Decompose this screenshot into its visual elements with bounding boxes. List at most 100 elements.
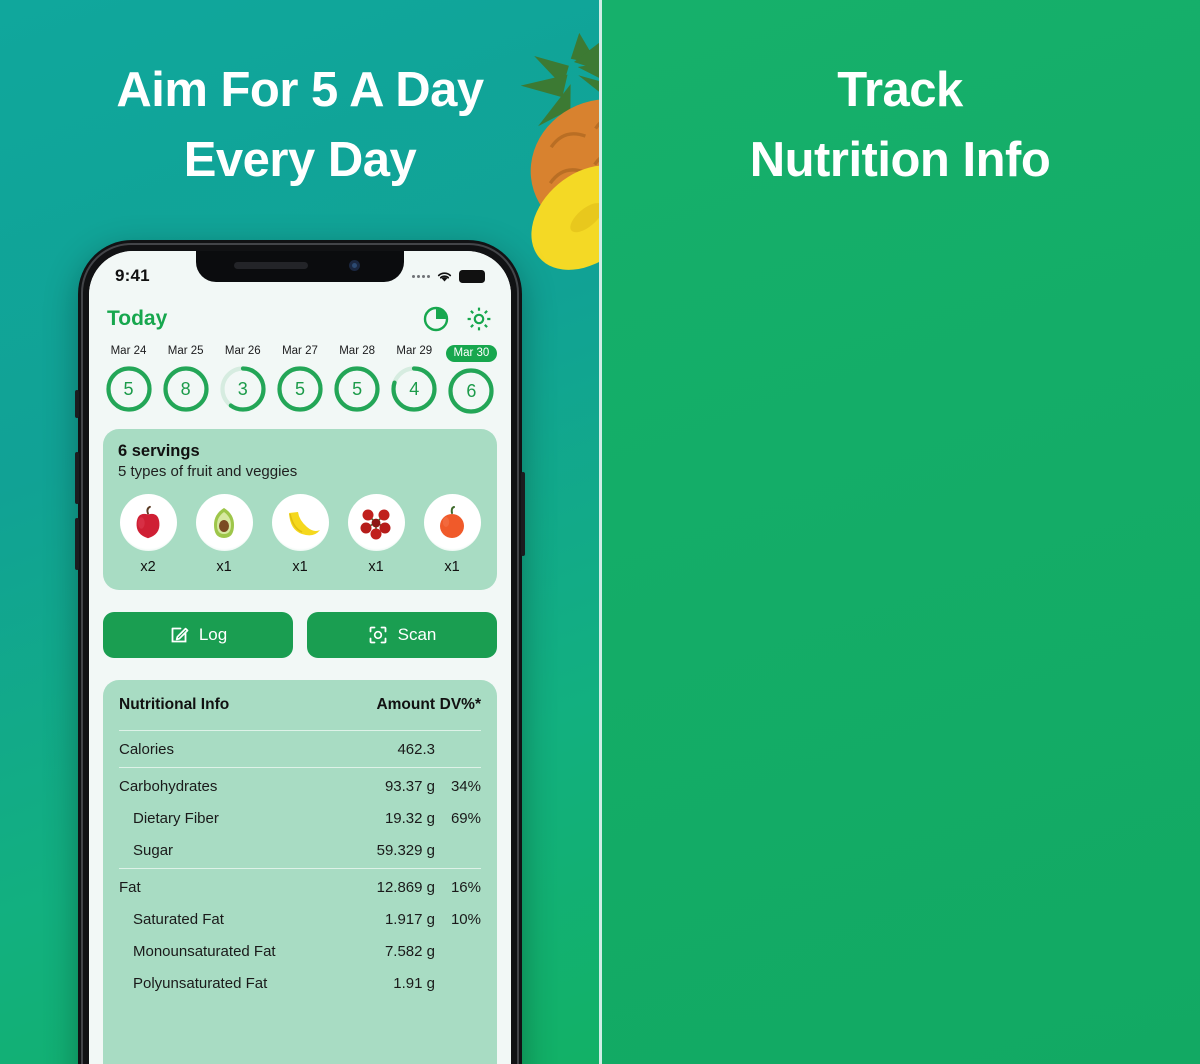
headline-right-line2: Nutrition Info [749, 132, 1051, 187]
day-label: Mar 30 [445, 345, 498, 362]
volume-down-button[interactable] [75, 518, 79, 570]
nutrition-row: Monounsaturated Fat 7.582 g [119, 935, 481, 967]
panel-right: Track Nutrition Info 9:41 [600, 0, 1200, 1064]
nutrition-row-dv: 69% [450, 809, 481, 827]
headline-left: Aim For 5 A Day Every Day [0, 56, 600, 195]
power-button[interactable] [521, 472, 525, 556]
divider-line [119, 868, 481, 869]
scan-button[interactable]: Scan [307, 612, 497, 658]
app-store-screenshot-pair: Aim For 5 A Day Every Day 9:41 Today Mar… [0, 0, 1200, 1064]
day-cell-0[interactable]: Mar 24 5 [101, 343, 156, 415]
day-cell-2[interactable]: Mar 26 3 [215, 343, 270, 415]
day-progress-ring: 3 [219, 365, 267, 413]
phone-left-screen: 9:41 Today Mar 24 5 Mar 25 8 Mar 26 3 Ma… [89, 251, 511, 1064]
nutrition-title: Nutritional Info [119, 696, 230, 713]
nutrition-row: Sugar 59.329 g [119, 834, 481, 866]
day-progress-ring: 5 [276, 365, 324, 413]
fruit-item-2[interactable]: x1 [270, 494, 330, 575]
nutrition-row-name: Polyunsaturated Fat [133, 974, 268, 992]
day-label: Mar 24 [110, 345, 147, 357]
day-value: 5 [352, 378, 363, 399]
mute-switch[interactable] [75, 390, 79, 418]
servings-types: 5 types of fruit and veggies [118, 463, 298, 480]
nutrition-row-name: Saturated Fat [133, 910, 224, 928]
nutrition-card-left: Nutritional Info Amount DV%* Calories 462… [103, 680, 497, 1064]
fruit-item-1[interactable]: x1 [194, 494, 254, 575]
day-cell-5[interactable]: Mar 29 4 [387, 343, 442, 415]
day-label: Mar 28 [339, 345, 376, 357]
nutrition-row-name: Sugar [133, 841, 174, 859]
apple-icon [119, 494, 177, 551]
nutrition-row-amount: 1.91 g [393, 974, 435, 992]
divider-line [119, 730, 481, 731]
day-cell-4[interactable]: Mar 28 5 [330, 343, 385, 415]
nutrition-row-amount: 12.869 g [376, 878, 435, 896]
volume-up-button[interactable] [75, 452, 79, 504]
front-camera-icon [349, 260, 360, 271]
tomato-icon [423, 494, 481, 551]
nutrition-row-amount: 462.3 [397, 740, 435, 758]
gear-icon[interactable] [465, 305, 493, 333]
day-cell-1[interactable]: Mar 25 8 [158, 343, 213, 415]
panel-divider [599, 0, 602, 1064]
nutrition-col-dv: DV%* [439, 696, 481, 713]
day-value: 4 [409, 378, 420, 399]
nutrition-row: Dietary Fiber 19.32 g 69% [119, 802, 481, 834]
nutrition-row-amount: 93.37 g [384, 777, 435, 795]
day-value: 8 [180, 378, 191, 399]
day-progress-ring: 6 [447, 367, 495, 415]
nutrition-row-dv: 34% [450, 777, 481, 795]
nutrition-row-amount: 7.582 g [384, 942, 435, 960]
nutrition-row-name: Calories [119, 740, 175, 758]
nutrition-row: Calories 462.3 [119, 733, 481, 765]
daily-summary-card: 6 servings 5 types of fruit and veggies … [103, 429, 497, 590]
scan-button-label: Scan [397, 625, 437, 644]
fruit-item-3[interactable]: x1 [346, 494, 406, 575]
nutrition-row-name: Carbohydrates [119, 777, 218, 795]
scan-icon [369, 626, 387, 644]
day-progress-ring: 8 [162, 365, 210, 413]
log-button[interactable]: Log [103, 612, 293, 658]
fruit-item-4[interactable]: x1 [422, 494, 482, 575]
nutrition-row-amount: 19.32 g [384, 809, 435, 827]
headline-left-line2: Every Day [183, 132, 417, 187]
fruit-quantity: x2 [140, 559, 156, 575]
page-title: Today [107, 307, 168, 330]
battery-icon [459, 269, 485, 283]
log-button-label: Log [198, 625, 228, 644]
notch [196, 251, 404, 282]
day-label: Mar 26 [224, 345, 261, 357]
servings-count: 6 servings [118, 442, 200, 460]
nutrition-row-dv: 10% [450, 910, 481, 928]
cellular-signal-icon [412, 274, 430, 278]
headline-right-line1: Track [837, 63, 963, 117]
nutrition-row: Fat 12.869 g 16% [119, 871, 481, 903]
nutrition-row: Polyunsaturated Fat 1.91 g [119, 967, 481, 999]
day-label: Mar 27 [282, 345, 318, 357]
day-cell-6[interactable]: Mar 30 6 [444, 343, 499, 415]
avocado-icon [195, 494, 253, 551]
cherry-tomatoes-icon [347, 494, 405, 551]
nutrition-row-dv: 16% [450, 878, 481, 896]
day-progress-ring: 5 [333, 365, 381, 413]
phone-left: 9:41 Today Mar 24 5 Mar 25 8 Mar 26 3 Ma… [75, 240, 525, 1064]
day-progress-ring: 5 [105, 365, 153, 413]
edit-icon [171, 627, 189, 643]
nutrition-row-amount: 1.917 g [384, 910, 435, 928]
pie-chart-icon[interactable] [422, 305, 450, 333]
nutrition-header: Nutritional Info Amount DV%* [119, 696, 481, 728]
five-a-day-app: Today Mar 24 5 Mar 25 8 Mar 26 3 Mar 27 … [89, 251, 511, 1064]
nutrition-row-name: Fat [119, 878, 141, 896]
fruit-quantity: x1 [444, 559, 460, 575]
fruit-item-0[interactable]: x2 [118, 494, 178, 575]
headline-left-line1: Aim For 5 A Day [116, 63, 484, 117]
day-value: 3 [237, 378, 248, 399]
nutrition-col-amount: Amount [376, 696, 435, 713]
day-value: 5 [123, 378, 134, 399]
wifi-icon [437, 271, 452, 282]
fruit-quantity: x1 [292, 559, 308, 575]
day-value: 5 [294, 378, 305, 399]
status-time: 9:41 [115, 266, 150, 285]
nutrition-row-amount: 59.329 g [376, 841, 435, 859]
day-cell-3[interactable]: Mar 27 5 [272, 343, 327, 415]
